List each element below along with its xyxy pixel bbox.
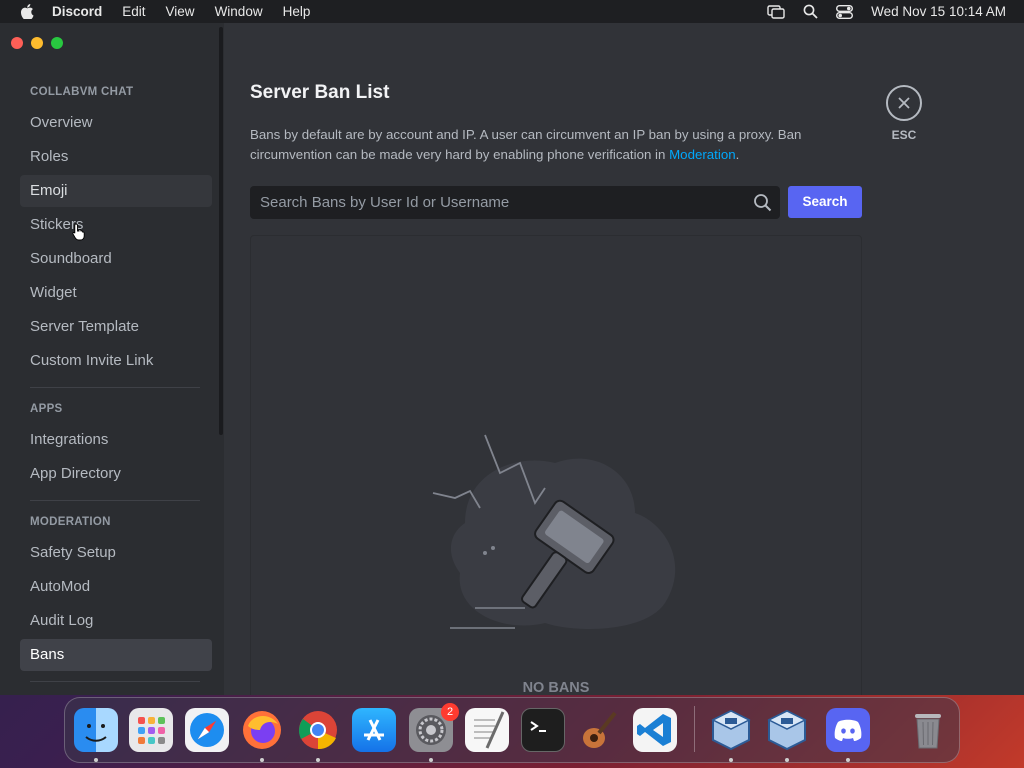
- menu-help[interactable]: Help: [283, 4, 311, 19]
- sidebar-item-stickers[interactable]: Stickers: [20, 209, 212, 241]
- running-indicator: [316, 758, 320, 762]
- sidebar-item-widget[interactable]: Widget: [20, 277, 212, 309]
- virtualbox-icon[interactable]: [709, 708, 753, 752]
- running-indicator: [785, 758, 789, 762]
- description-end: .: [735, 147, 740, 162]
- garageband-icon[interactable]: [577, 708, 621, 752]
- sidebar-item-app-directory[interactable]: App Directory: [20, 458, 212, 490]
- sidebar-item-emoji[interactable]: Emoji: [20, 175, 212, 207]
- sidebar-item-safety-setup[interactable]: Safety Setup: [20, 537, 212, 569]
- notification-badge: 2: [441, 703, 459, 721]
- close-button[interactable]: [886, 85, 922, 121]
- esc-label: ESC: [891, 128, 917, 142]
- search-button[interactable]: Search: [788, 186, 862, 218]
- page-title: Server Ban List: [250, 82, 390, 103]
- terminal-icon[interactable]: [521, 708, 565, 752]
- sidebar-item-roles[interactable]: Roles: [20, 141, 212, 173]
- apple-menu-icon[interactable]: [20, 4, 34, 19]
- menu-clock[interactable]: Wed Nov 15 10:14 AM: [871, 4, 1006, 19]
- trash-icon[interactable]: [906, 708, 950, 752]
- ban-search-input[interactable]: [250, 186, 740, 219]
- menu-app-name[interactable]: Discord: [52, 4, 102, 19]
- sidebar-divider: [30, 500, 200, 501]
- window-minimize-button[interactable]: [31, 37, 43, 49]
- sidebar-scrollbar[interactable]: [219, 27, 223, 435]
- page-description: Bans by default are by account and IP. A…: [250, 125, 810, 165]
- section-header-apps: APPS: [30, 403, 63, 415]
- empty-state-label: NO BANS: [522, 680, 590, 695]
- sidebar-item-server-template[interactable]: Server Template: [20, 311, 212, 343]
- running-indicator: [846, 758, 850, 762]
- dock-separator: [694, 706, 695, 752]
- sidebar-item-bans[interactable]: Bans: [20, 639, 212, 671]
- menu-view[interactable]: View: [166, 4, 195, 19]
- sidebar-item-custom-invite-link[interactable]: Custom Invite Link: [20, 345, 212, 377]
- running-indicator: [260, 758, 264, 762]
- menu-window[interactable]: Window: [215, 4, 263, 19]
- vscode-icon[interactable]: [633, 708, 677, 752]
- ban-search-box: [250, 186, 780, 219]
- discord-window: COLLABVM CHAT Overview Roles Emoji Stick…: [0, 23, 1024, 695]
- section-header-server: COLLABVM CHAT: [30, 86, 134, 98]
- sidebar-item-overview[interactable]: Overview: [20, 107, 212, 139]
- sidebar-item-soundboard[interactable]: Soundboard: [20, 243, 212, 275]
- running-indicator: [429, 758, 433, 762]
- safari-icon[interactable]: [185, 708, 229, 752]
- screen-mirroring-icon[interactable]: [767, 4, 785, 19]
- settings-sidebar: COLLABVM CHAT Overview Roles Emoji Stick…: [0, 23, 224, 695]
- textedit-icon[interactable]: [465, 708, 509, 752]
- finder-icon[interactable]: [74, 708, 118, 752]
- app-store-icon[interactable]: [352, 708, 396, 752]
- sidebar-item-integrations[interactable]: Integrations: [20, 424, 212, 456]
- sidebar-item-automod[interactable]: AutoMod: [20, 571, 212, 603]
- close-icon: [898, 97, 910, 109]
- chrome-icon[interactable]: [296, 708, 340, 752]
- sidebar-divider: [30, 681, 200, 682]
- search-icon: [754, 194, 772, 212]
- ban-hammer-illustration: [432, 434, 676, 629]
- hand-cursor-icon: [72, 223, 85, 241]
- launchpad-icon[interactable]: [129, 708, 173, 752]
- sidebar-item-audit-log[interactable]: Audit Log: [20, 605, 212, 637]
- menu-bar: Discord Edit View Window Help Wed Nov 15…: [0, 0, 1024, 23]
- control-center-icon[interactable]: [836, 4, 854, 19]
- sidebar-divider: [30, 387, 200, 388]
- virtualbox-icon[interactable]: [765, 708, 809, 752]
- firefox-icon[interactable]: [240, 708, 284, 752]
- menu-edit[interactable]: Edit: [122, 4, 145, 19]
- moderation-link[interactable]: Moderation: [669, 147, 736, 162]
- discord-icon[interactable]: [826, 708, 870, 752]
- spotlight-search-icon[interactable]: [803, 4, 818, 19]
- running-indicator: [94, 758, 98, 762]
- window-maximize-button[interactable]: [51, 37, 63, 49]
- window-close-button[interactable]: [11, 37, 23, 49]
- running-indicator: [729, 758, 733, 762]
- section-header-moderation: MODERATION: [30, 516, 111, 528]
